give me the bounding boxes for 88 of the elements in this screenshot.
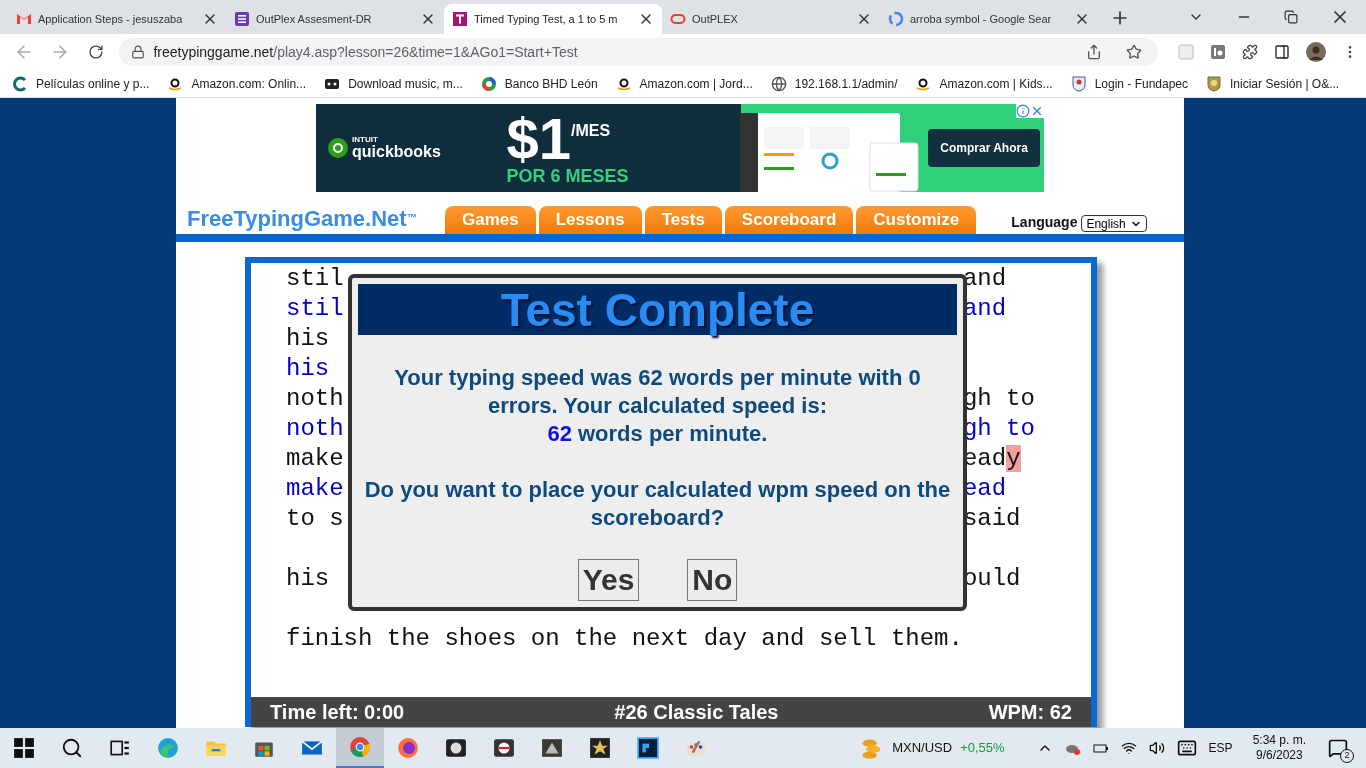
lesson-title: #26 Classic Tales <box>614 700 779 725</box>
globe-icon <box>770 75 787 92</box>
bookmark[interactable]: Películas online y p... <box>12 74 150 93</box>
browser-tab[interactable]: Timed Typing Test, a 1 to 5 m <box>444 4 662 34</box>
text-line: his <box>286 565 330 592</box>
currency-change: +0,55% <box>960 739 1005 758</box>
google-icon <box>888 11 904 27</box>
offer-text: POR 6 MESES <box>506 167 629 185</box>
clock-date[interactable]: 9/6/2023 <box>1255 748 1303 763</box>
speed-unit: words per minute. <box>578 420 768 448</box>
wifi-icon[interactable] <box>1120 740 1137 756</box>
share-icon[interactable] <box>1086 44 1102 60</box>
scoreboard-question: Do you want to place your calculated wpm speed on the scoreboard? <box>363 476 952 532</box>
browser-tab[interactable]: Application Steps - jesuszaba <box>8 4 226 34</box>
brand-caption: INTUIT <box>352 136 379 144</box>
restore-icon[interactable] <box>1284 10 1298 24</box>
edge-icon <box>157 737 179 759</box>
crest-icon <box>1070 75 1087 92</box>
text-line: his <box>286 325 330 352</box>
extensions-icon[interactable] <box>1242 44 1258 60</box>
bank-icon <box>480 75 497 92</box>
clock-time[interactable]: 5:34 p. m. <box>1252 733 1306 748</box>
ring-icon <box>670 11 686 27</box>
url-text: freetypinggame.net/play4.asp?lesson=26&time=1&AGo1=Start+Test <box>153 42 578 62</box>
text-line: finish the shoes on the next day and sell them. <box>286 625 963 652</box>
side-panel-icon[interactable] <box>1274 44 1290 60</box>
notification-icon <box>1328 738 1348 758</box>
buy-now-button[interactable]: Comprar Ahora <box>928 129 1040 167</box>
typing-icon <box>452 11 468 27</box>
text-line: and <box>962 264 1007 294</box>
form-icon <box>234 11 250 27</box>
price-text: $1 <box>506 111 571 167</box>
bookmark[interactable]: 192.168.1.1/admin/ <box>770 74 898 93</box>
bookmark[interactable]: Amazon.com: Onlin... <box>167 74 307 93</box>
result-message: Your typing speed was 62 words per minute with 0 errors. Your calculated speed is: <box>393 364 922 420</box>
windows-start-icon <box>13 737 35 759</box>
currency-pair: MXN/USD <box>892 739 953 758</box>
text-line: noth <box>286 415 344 442</box>
browser-tab[interactable]: arroba symbol - Google Sear <box>880 4 1098 34</box>
lock-icon <box>131 45 146 59</box>
price-period: /MES <box>571 122 611 139</box>
site-logo[interactable]: FreeTypingGame.Net$^{™}$ <box>187 208 445 230</box>
browser-tab[interactable]: OutPLEX <box>662 4 880 34</box>
text-line: make <box>286 445 344 472</box>
bookmark-star-icon[interactable] <box>1126 44 1142 60</box>
bookmark[interactable]: Banco BHD León <box>480 74 598 93</box>
bookmark[interactable]: Login - Fundapec <box>1070 74 1189 93</box>
game-icon <box>493 737 515 759</box>
search-icon <box>61 737 83 759</box>
game-icon <box>445 737 467 759</box>
text-line: his <box>286 355 330 382</box>
extension-icon[interactable] <box>1210 44 1226 60</box>
dialog-button[interactable]: Yes <box>577 559 640 601</box>
firefox-icon <box>397 737 419 759</box>
reload-icon[interactable] <box>87 44 104 60</box>
logo-icon <box>12 75 28 92</box>
text-line: stil <box>286 295 344 322</box>
address-bar[interactable]: freetypinggame.net/play4.asp?lesson=26&time=1&AGo1=Start+Test <box>119 38 1158 66</box>
wpm-text: WPM: 62 <box>988 700 1072 725</box>
notification-count: 2 <box>1340 749 1354 763</box>
volume-icon[interactable] <box>1148 740 1165 756</box>
keyboard-icon[interactable] <box>1176 738 1197 758</box>
text-line: stil <box>286 265 344 292</box>
shield-icon <box>1206 75 1223 92</box>
notifications-button[interactable]: 2 <box>1326 736 1350 760</box>
language-select[interactable]: English <box>1081 215 1147 232</box>
language-label: Language <box>1011 213 1078 232</box>
speed-value: 62 <box>547 420 572 448</box>
brand-name: quickbooks <box>352 144 441 160</box>
info-icon[interactable] <box>1016 104 1030 118</box>
time-left-text: Time left: 0:00 <box>270 700 405 725</box>
text-line: to s <box>286 505 344 532</box>
bookmark[interactable]: Iniciar Sesión | O&... <box>1206 74 1340 93</box>
bookmark[interactable]: Amazon.com | Jord... <box>615 74 753 93</box>
quickbooks-logo-icon <box>328 138 348 158</box>
mail-icon <box>16 11 32 27</box>
text-line: make <box>286 475 344 502</box>
bookmark[interactable]: Download music, m... <box>324 74 463 93</box>
game-icon <box>541 737 563 759</box>
text-line: noth <box>286 385 344 412</box>
avatar-icon[interactable] <box>1306 42 1326 62</box>
input-language[interactable]: ESP <box>1208 739 1233 757</box>
bookmark[interactable]: Amazon.com | Kids... <box>915 74 1053 93</box>
photoshop-icon <box>637 737 659 759</box>
dialog-button[interactable]: No <box>687 559 738 601</box>
text-line: said <box>962 504 1021 534</box>
chrome-icon <box>349 736 371 758</box>
browser-tab[interactable]: OutPlex Assesment-DR <box>226 4 444 34</box>
